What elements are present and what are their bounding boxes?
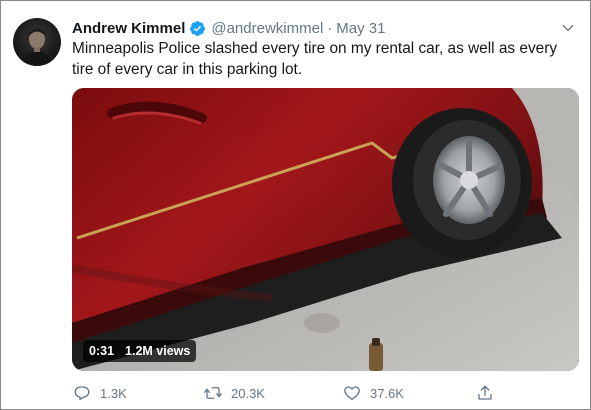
author-name[interactable]: Andrew Kimmel (72, 20, 185, 37)
video-info-badge: 0:31 1.2M views (83, 340, 197, 362)
separator-dot: · (327, 19, 333, 37)
reply-button[interactable]: 1.3K (72, 380, 127, 406)
retweet-button[interactable]: 20.3K (203, 380, 265, 406)
video-views: 1.2M views (125, 344, 191, 358)
tweet-header: Andrew Kimmel @andrewkimmel · May 31 (72, 17, 578, 39)
tweet-date[interactable]: May 31 (336, 20, 385, 37)
retweet-count: 20.3K (231, 385, 265, 401)
video-player[interactable]: 0:31 1.2M views (72, 88, 579, 371)
chevron-down-icon[interactable] (558, 18, 578, 38)
like-button[interactable]: 37.6K (342, 380, 404, 406)
video-duration: 0:31 (89, 344, 115, 358)
reply-icon (72, 383, 92, 403)
retweet-icon (203, 383, 223, 403)
tweet-card[interactable]: Andrew Kimmel @andrewkimmel · May 31 Min… (0, 0, 591, 410)
avatar[interactable] (13, 18, 61, 66)
heart-icon (342, 383, 362, 403)
verified-badge-icon (189, 20, 206, 37)
share-icon (475, 383, 495, 403)
tweet-text: Minneapolis Police slashed every tire on… (72, 40, 558, 78)
share-button[interactable] (475, 380, 495, 406)
reply-count: 1.3K (100, 385, 127, 401)
tweet-actions: 1.3K 20.3K 37.6K (72, 380, 502, 406)
like-count: 37.6K (370, 385, 404, 401)
video-thumbnail (72, 88, 579, 371)
author-handle[interactable]: @andrewkimmel (211, 20, 323, 37)
